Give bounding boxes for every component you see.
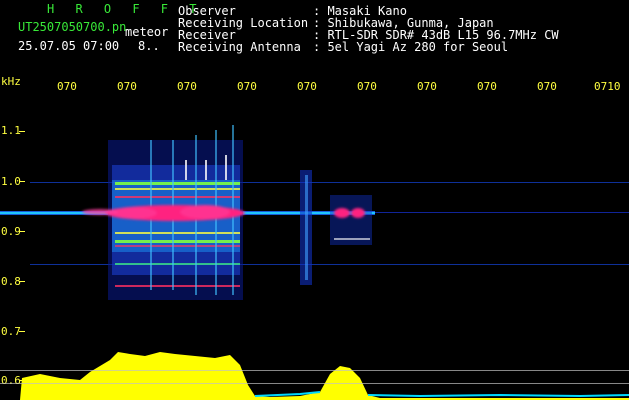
hrofft-window: H R O F F T UT2507050700.pn meteor 25.07…	[0, 0, 629, 400]
threshold-line	[0, 383, 629, 384]
meteor-echo-core	[82, 205, 245, 221]
spectrogram-plot	[0, 125, 629, 400]
threshold-line	[0, 370, 629, 371]
meteor-echo-secondary	[300, 170, 372, 285]
carrier-line-faint	[375, 212, 629, 213]
amplitude-trace	[20, 352, 629, 400]
